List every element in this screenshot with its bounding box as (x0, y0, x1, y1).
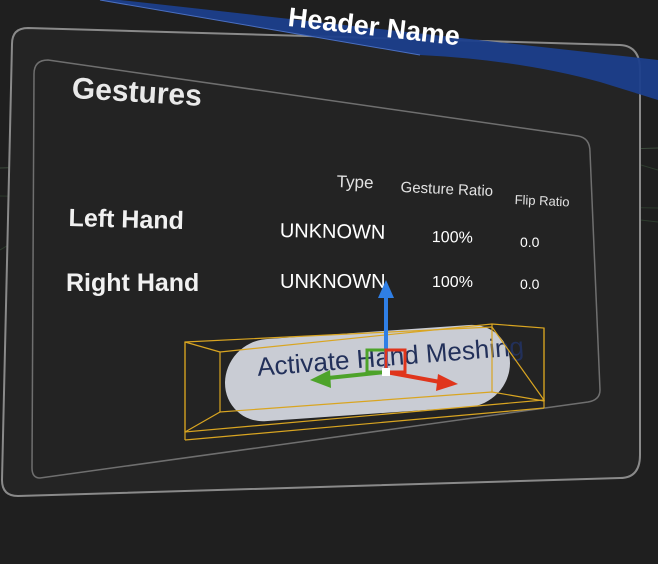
gizmo-x-arrow[interactable] (436, 374, 458, 391)
move-gizmo-icon[interactable] (310, 280, 458, 391)
gizmo-z-arrow[interactable] (310, 370, 331, 388)
selection-overlay (184, 280, 546, 441)
gizmo-y-arrow[interactable] (378, 280, 394, 298)
scene-viewport: Header Name Gestures Type Gesture Ratio … (0, 0, 658, 564)
selection-bounding-box (184, 323, 546, 441)
gizmo-center[interactable] (382, 368, 390, 376)
